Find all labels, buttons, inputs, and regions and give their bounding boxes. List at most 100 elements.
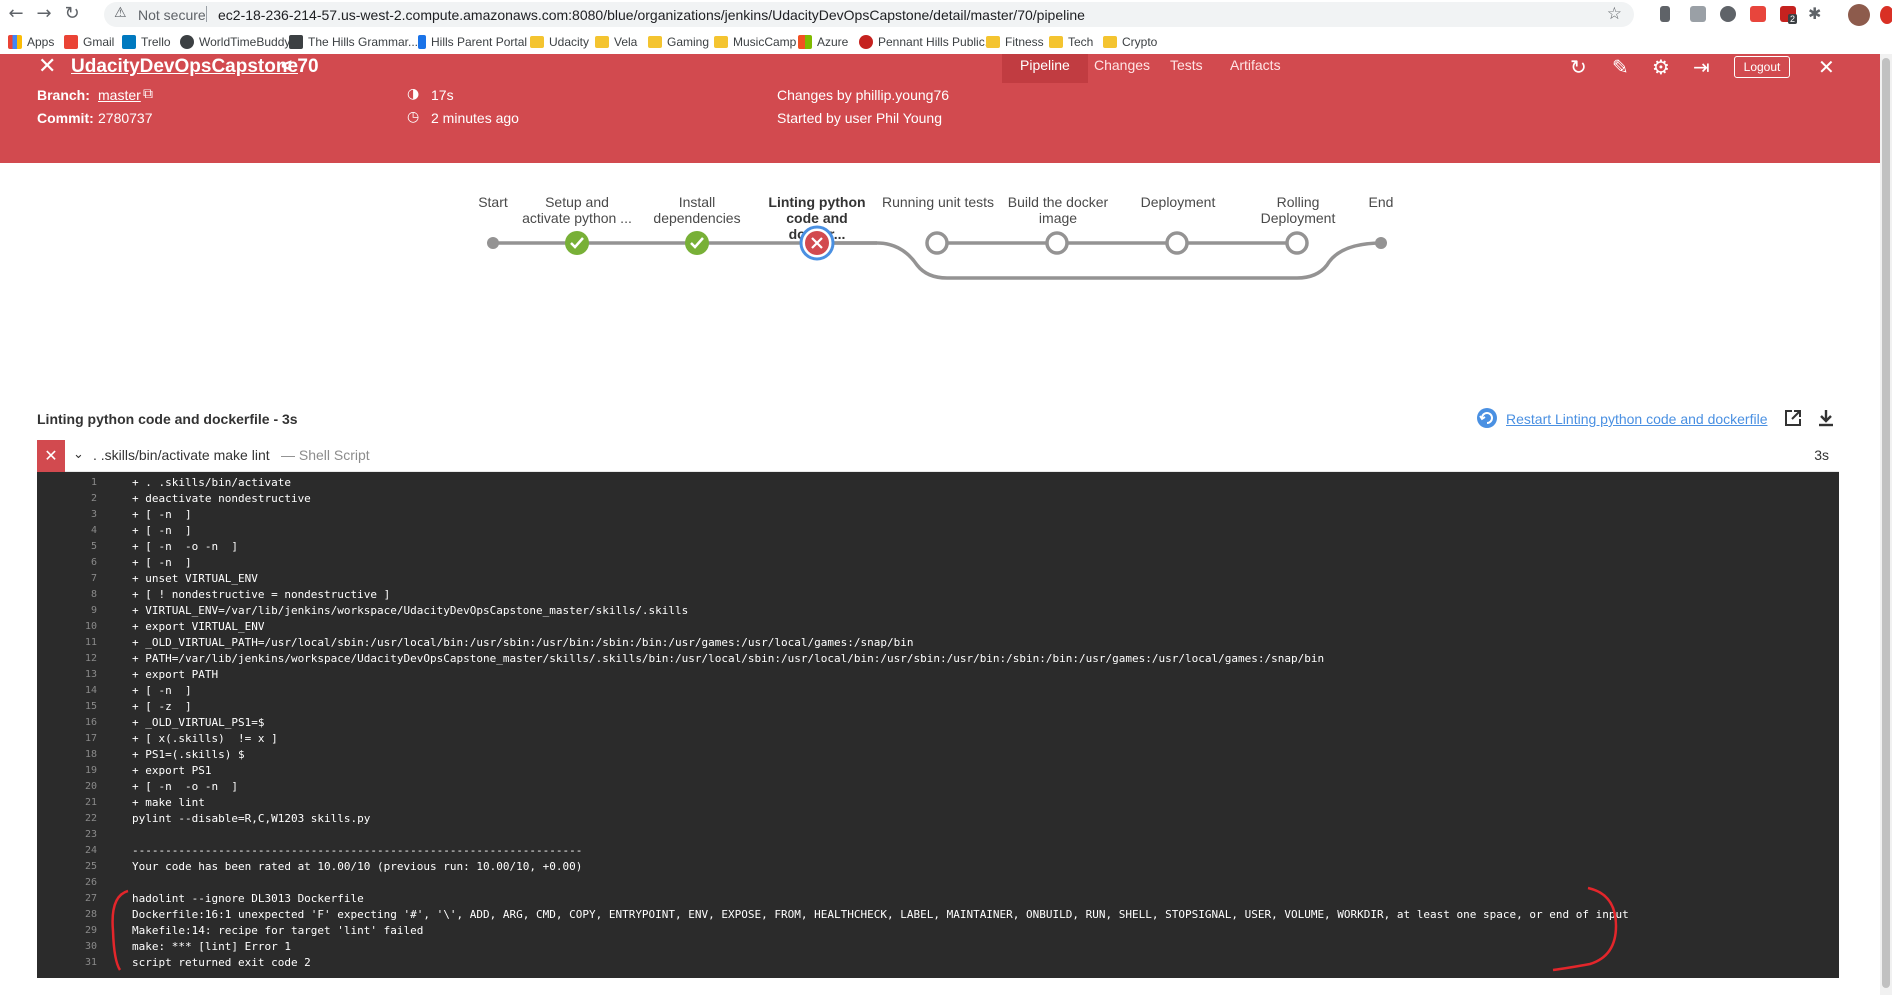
extension-icon[interactable] [1690,6,1706,22]
step-row[interactable]: ✕ ⌄ . .skills/bin/activate make lint — S… [37,440,1839,472]
download-icon[interactable] [1816,408,1836,428]
extension-icon[interactable] [1720,6,1736,22]
log-line: 13 + export PATH [37,667,1839,683]
update-indicator-icon[interactable] [1880,6,1892,24]
log-line-number: 12 [84,653,97,664]
scrollbar[interactable] [1880,54,1892,995]
bookmark-apps[interactable]: Apps [8,33,54,51]
stage-node-setup[interactable] [565,231,589,255]
log-line-text: + export VIRTUAL_ENV [132,620,265,633]
folder-icon [648,36,662,48]
gear-icon[interactable]: ⚙ [1652,56,1670,78]
log-line-number: 10 [84,621,97,632]
log-line-number: 15 [84,701,97,712]
log-line-number: 19 [84,765,97,776]
profile-avatar[interactable] [1848,4,1870,26]
log-line-number: 6 [90,557,97,568]
log-line-number: 26 [84,877,97,888]
folder-icon [595,36,609,48]
stage-node-linting[interactable] [799,225,835,261]
log-line: 2 + deactivate nondestructive [37,491,1839,507]
tab-tests[interactable]: Tests [1152,54,1221,83]
rerun-icon[interactable]: ↻ [1570,56,1587,78]
run-time-ago: 2 minutes ago [431,110,519,126]
log-line: 23 [37,827,1839,843]
forward-icon[interactable]: → [34,4,54,24]
reload-icon[interactable]: ↻ [62,4,82,24]
log-line: 24 --------------------------------------… [37,843,1839,859]
divider [206,6,207,22]
address-bar[interactable]: ⚠ Not secure ec2-18-236-214-57.us-west-2… [104,2,1634,27]
bookmark-udacity[interactable]: Udacity [530,33,589,51]
scrollbar-thumb[interactable] [1882,58,1890,988]
logout-button[interactable]: Logout [1734,56,1790,78]
restart-stage-link[interactable]: Restart Linting python code and dockerfi… [1506,411,1768,427]
log-line-number: 7 [90,573,97,584]
pipeline-connectors [487,225,1387,280]
stage-node-build-image[interactable] [1045,231,1069,255]
bookmark-star-icon[interactable]: ☆ [1607,4,1622,24]
log-line: 20 + [ -n -o -n ] [37,779,1839,795]
log-line-number: 23 [84,829,97,840]
external-link-icon[interactable]: ⧉ [143,86,153,102]
run-header: ✕ UdacityDevOpsCapstone < 70 Pipeline Ch… [0,54,1880,163]
step-duration: 3s [1814,447,1829,463]
log-line-number: 24 [84,845,97,856]
log-line-text: + VIRTUAL_ENV=/var/lib/jenkins/workspace… [132,604,689,617]
extensions-puzzle-icon[interactable]: ✱ [1808,6,1824,22]
stage-node-unit-tests[interactable] [925,231,949,255]
bookmark-hills-grammar[interactable]: The Hills Grammar... [289,33,418,51]
bookmark-crypto[interactable]: Crypto [1103,33,1157,51]
log-line-number: 8 [90,589,97,600]
close-icon[interactable]: ✕ [38,56,56,78]
bookmark-gmail[interactable]: Gmail [64,33,114,51]
url-text[interactable]: ec2-18-236-214-57.us-west-2.compute.amaz… [218,7,1085,23]
gmail-icon [64,35,78,49]
bookmark-azure[interactable]: Azure [798,33,848,51]
chevron-down-icon[interactable]: ⌄ [73,447,84,462]
bookmark-vela[interactable]: Vela [595,33,637,51]
open-external-icon[interactable] [1783,408,1803,428]
back-icon[interactable]: ← [6,4,26,24]
tab-pipeline[interactable]: Pipeline [1002,54,1088,83]
log-line-number: 11 [84,637,97,648]
log-line-number: 3 [90,509,97,520]
branch-link[interactable]: master [98,87,141,103]
bookmark-pennant-hills[interactable]: Pennant Hills Public... [859,33,995,51]
edit-pencil-icon[interactable]: ✎ [1612,56,1629,78]
pipeline-title[interactable]: UdacityDevOpsCapstone [71,56,298,78]
folder-icon [1049,36,1063,48]
bookmark-hills-parent-portal[interactable]: Hills Parent Portal [418,33,527,51]
log-line-number: 5 [90,541,97,552]
run-duration: 17s [431,87,454,103]
branch-label: Branch: [37,87,90,103]
close-icon[interactable]: ✕ [1818,56,1835,78]
log-line-text: + _OLD_VIRTUAL_PS1=$ [132,716,265,729]
bookmark-worldtimebuddy[interactable]: WorldTimeBuddy [180,33,290,51]
stage-node-deployment[interactable] [1165,231,1189,255]
log-line-number: 17 [84,733,97,744]
log-line: 17 + [ x(.skills) != x ] [37,731,1839,747]
bookmark-tech[interactable]: Tech [1049,33,1093,51]
security-status: Not secure [138,7,206,23]
log-line-text: + [ -n ] [132,684,192,697]
tab-artifacts[interactable]: Artifacts [1212,54,1299,83]
log-line-text: + [ -n -o -n ] [132,780,238,793]
pipeline-graph: Start Setup and activate python ... Insta… [0,163,1880,303]
bookmark-musiccamp[interactable]: MusicCamp [714,33,796,51]
log-line-number: 22 [84,813,97,824]
log-line-number: 2 [90,493,97,504]
restart-icon[interactable] [1476,407,1498,429]
apps-grid-icon [8,35,22,49]
log-line-number: 25 [84,861,97,872]
exit-icon[interactable]: ⇥ [1693,56,1710,78]
bookmark-gaming[interactable]: Gaming [648,33,709,51]
extension-icon[interactable] [1660,6,1670,22]
bookmark-fitness[interactable]: Fitness [986,33,1044,51]
extension-icon[interactable]: 2 [1780,6,1798,24]
extension-icon[interactable] [1750,6,1766,22]
bookmark-trello[interactable]: Trello [122,33,171,51]
log-line-text: + make lint [132,796,205,809]
stage-node-rolling-deployment[interactable] [1285,231,1309,255]
stage-node-install[interactable] [685,231,709,255]
